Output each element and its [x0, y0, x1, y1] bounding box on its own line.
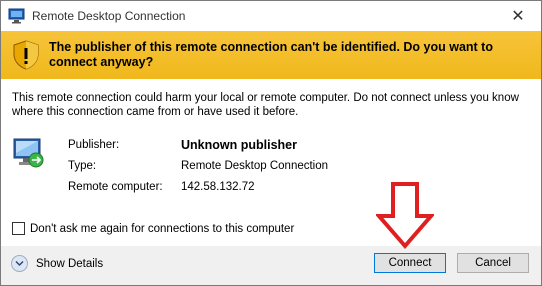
remote-computer-row: Remote computer: 142.58.132.72: [68, 181, 528, 202]
warning-message: This remote connection could harm your l…: [12, 92, 519, 118]
publisher-label: Publisher:: [68, 139, 120, 151]
dont-ask-again-option[interactable]: Don't ask me again for connections to th…: [12, 222, 294, 235]
remote-computer-value: 142.58.132.72: [181, 181, 255, 193]
chevron-down-icon[interactable]: [11, 255, 28, 272]
red-down-arrow-icon: [376, 182, 434, 250]
dont-ask-again-checkbox[interactable]: [12, 222, 25, 235]
publisher-value: Unknown publisher: [181, 138, 297, 152]
type-label: Type:: [68, 160, 97, 172]
close-button[interactable]: ✕: [495, 1, 541, 31]
dont-ask-again-label[interactable]: Don't ask me again for connections to th…: [30, 223, 294, 235]
computer-icon: [13, 138, 44, 168]
banner-message: The publisher of this remote connection …: [49, 40, 493, 69]
connect-button[interactable]: Connect: [374, 253, 446, 273]
window-title: Remote Desktop Connection: [32, 9, 186, 23]
remote-computer-label: Remote computer:: [68, 181, 163, 193]
type-value: Remote Desktop Connection: [181, 160, 329, 172]
publisher-row: Publisher: Unknown publisher: [68, 138, 528, 160]
show-details-toggle[interactable]: Show Details: [11, 255, 103, 272]
title-bar[interactable]: Remote Desktop Connection ✕: [1, 1, 541, 31]
warning-banner: The publisher of this remote connection …: [1, 31, 541, 79]
close-icon: ✕: [511, 8, 525, 25]
remote-desktop-icon: [8, 8, 25, 24]
shield-warning-icon: [13, 40, 39, 70]
type-row: Type: Remote Desktop Connection: [68, 160, 528, 181]
connection-details: Publisher: Unknown publisher Type: Remot…: [68, 138, 528, 202]
dialog-window: Remote Desktop Connection ✕ The publishe…: [0, 0, 542, 286]
show-details-label[interactable]: Show Details: [36, 258, 103, 270]
cancel-button[interactable]: Cancel: [457, 253, 529, 273]
